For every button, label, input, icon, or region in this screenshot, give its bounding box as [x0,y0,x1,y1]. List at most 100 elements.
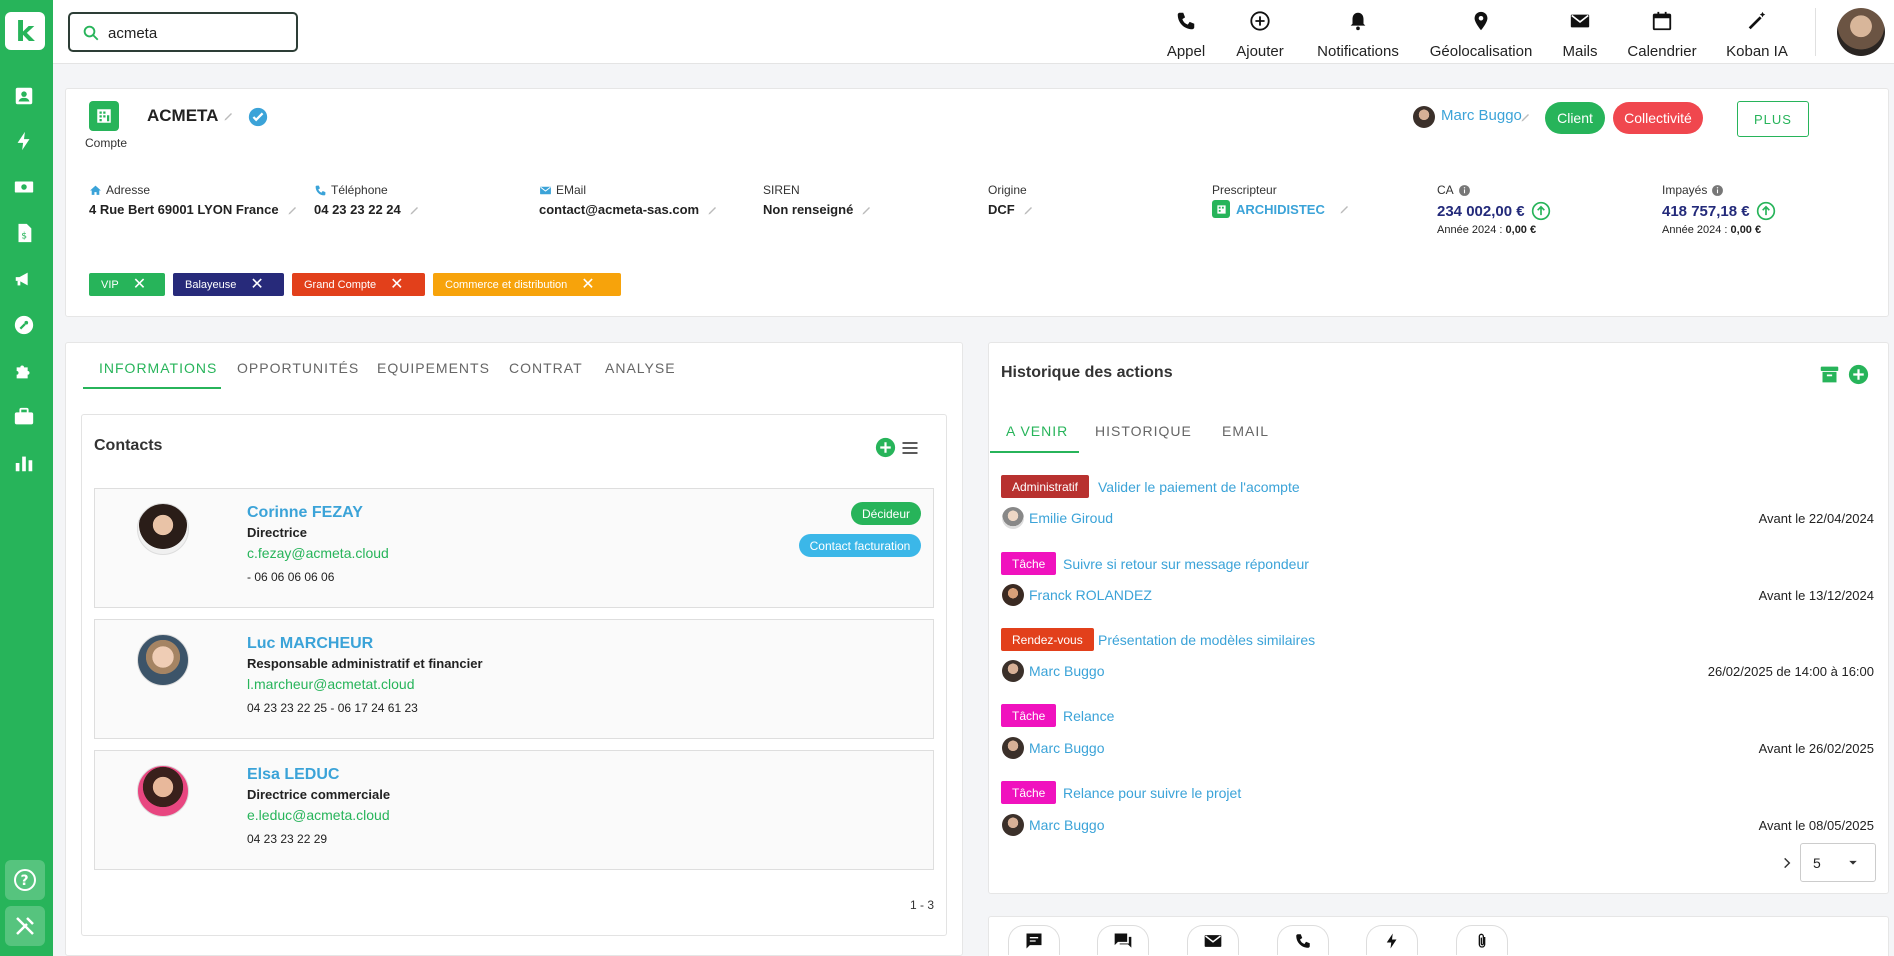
contact-name[interactable]: Corinne FEZAY [247,504,363,522]
close-icon[interactable]: ✕ [133,276,146,293]
nav-geolocalisation[interactable]: Géolocalisation [1428,10,1534,60]
tab-contrat[interactable]: CONTRAT [509,360,583,376]
menu-icon[interactable] [900,438,920,458]
field-label: Téléphone [331,183,388,197]
megaphone-icon[interactable] [11,266,37,292]
building-icon [89,101,119,131]
edit-pencil-icon[interactable] [1339,203,1351,215]
archive-icon[interactable] [1819,364,1840,385]
status-pill-client[interactable]: Client [1545,102,1605,134]
nav-notifications[interactable]: Notifications [1312,10,1404,60]
action-user[interactable]: Franck ROLANDEZ [1029,587,1152,603]
edit-pencil-icon[interactable] [861,204,873,216]
tab-opportunites[interactable]: OPPORTUNITÉS [237,360,359,376]
map-pin-icon [1474,11,1488,31]
paperclip-icon[interactable] [1456,925,1508,955]
contact-email[interactable]: e.leduc@acmeta.cloud [247,807,390,823]
status-pill-collectivite[interactable]: Collectivité [1613,102,1703,134]
contact-email[interactable]: c.fezay@acmeta.cloud [247,545,389,561]
account-type-label: Compte [85,136,128,150]
contact-card[interactable]: Corinne FEZAY Directrice c.fezay@acmeta.… [94,488,934,608]
page-size-value: 5 [1813,855,1821,871]
field-value[interactable]: contact@acmeta-sas.com [539,202,699,217]
contact-phone: - 06 06 06 06 06 [247,570,335,584]
tab-email[interactable]: EMAIL [1222,423,1269,439]
search-box[interactable] [68,12,298,52]
action-user-avatar [1002,660,1024,682]
nav-label: Ajouter [1236,43,1284,60]
close-icon[interactable]: ✕ [250,276,263,293]
page-size-select[interactable]: 5 [1800,843,1876,882]
note-icon[interactable] [1008,925,1060,955]
user-avatar[interactable] [1837,8,1885,56]
action-title[interactable]: Relance pour suivre le projet [1063,785,1241,801]
home-icon [90,185,101,195]
action-date: Avant le 08/05/2025 [1758,818,1874,833]
contact-card[interactable]: Elsa LEDUC Directrice commerciale e.ledu… [94,750,934,870]
mail-icon[interactable] [1187,925,1239,955]
plus-button[interactable]: PLUS [1737,101,1809,137]
edit-pencil-icon[interactable] [409,204,421,216]
help-icon[interactable]: ? [5,860,45,900]
phone-icon [315,185,326,195]
chat-icon[interactable] [1097,925,1149,955]
edit-pencil-icon[interactable] [1520,111,1532,123]
nav-koban-ia[interactable]: Koban IA [1722,10,1792,60]
svg-text:?: ? [21,873,29,889]
tab-historique[interactable]: HISTORIQUE [1095,423,1192,439]
action-user[interactable]: Marc Buggo [1029,817,1104,833]
nav-calendrier[interactable]: Calendrier [1624,10,1700,60]
briefcase-icon[interactable] [11,404,37,430]
add-action-icon[interactable] [1848,364,1869,385]
arrow-up-circle-icon [1756,201,1775,221]
edit-pencil-icon[interactable] [1023,204,1035,216]
bar-chart-icon[interactable] [11,450,37,476]
tab-a-venir[interactable]: A VENIR [1006,423,1068,439]
contact-phone: 04 23 23 22 29 [247,832,328,846]
contact-name[interactable]: Elsa LEDUC [247,766,339,784]
chevron-right-icon[interactable] [1780,856,1794,870]
bolt-icon[interactable] [1366,925,1418,955]
prescripteur-link[interactable]: ARCHIDISTEC [1236,202,1325,217]
contacts-icon[interactable] [11,83,37,109]
info-icon[interactable] [1458,184,1471,197]
close-icon[interactable]: ✕ [581,276,594,293]
contact-email[interactable]: l.marcheur@acmetat.cloud [247,676,415,692]
history-title: Historique des actions [1001,364,1173,381]
edit-pencil-icon[interactable] [223,110,235,122]
tab-equipements[interactable]: EQUIPEMENTS [377,360,490,376]
bell-icon [1350,12,1366,31]
bolt-icon[interactable] [11,128,37,154]
nav-ajouter[interactable]: Ajouter [1232,10,1288,60]
close-icon[interactable]: ✕ [390,276,403,293]
action-user[interactable]: Marc Buggo [1029,663,1104,679]
tab-analyse[interactable]: ANALYSE [605,360,676,376]
action-title[interactable]: Relance [1063,708,1114,724]
nav-appel[interactable]: Appel [1162,10,1210,60]
phone-icon[interactable] [1277,925,1329,955]
action-user[interactable]: Marc Buggo [1029,740,1104,756]
action-type-badge: Administratif [1001,475,1090,498]
tab-informations[interactable]: INFORMATIONS [99,360,217,376]
action-title[interactable]: Valider le paiement de l'acompte [1098,479,1300,495]
tools-icon[interactable] [5,906,45,946]
invoice-icon[interactable]: $ [11,220,37,246]
action-title[interactable]: Suivre si retour sur message répondeur [1063,556,1309,572]
money-icon[interactable] [11,174,37,200]
puzzle-icon[interactable] [11,358,37,384]
edit-pencil-icon[interactable] [287,204,299,216]
edit-pencil-icon[interactable] [707,204,719,216]
contact-card[interactable]: Luc MARCHEUR Responsable administratif e… [94,619,934,739]
action-user-avatar [1002,507,1024,529]
koban-logo[interactable]: k [5,12,45,50]
action-user[interactable]: Emilie Giroud [1029,510,1113,526]
owner-name[interactable]: Marc Buggo [1441,107,1522,124]
nav-mails[interactable]: Mails [1558,10,1602,60]
contact-name[interactable]: Luc MARCHEUR [247,635,373,653]
search-input[interactable] [108,23,288,43]
add-contact-icon[interactable] [875,437,896,458]
impayes-value: 418 757,18 € [1662,202,1750,220]
info-icon[interactable] [1711,184,1724,197]
wrench-icon[interactable] [11,312,37,338]
action-title[interactable]: Présentation de modèles similaires [1098,632,1315,648]
